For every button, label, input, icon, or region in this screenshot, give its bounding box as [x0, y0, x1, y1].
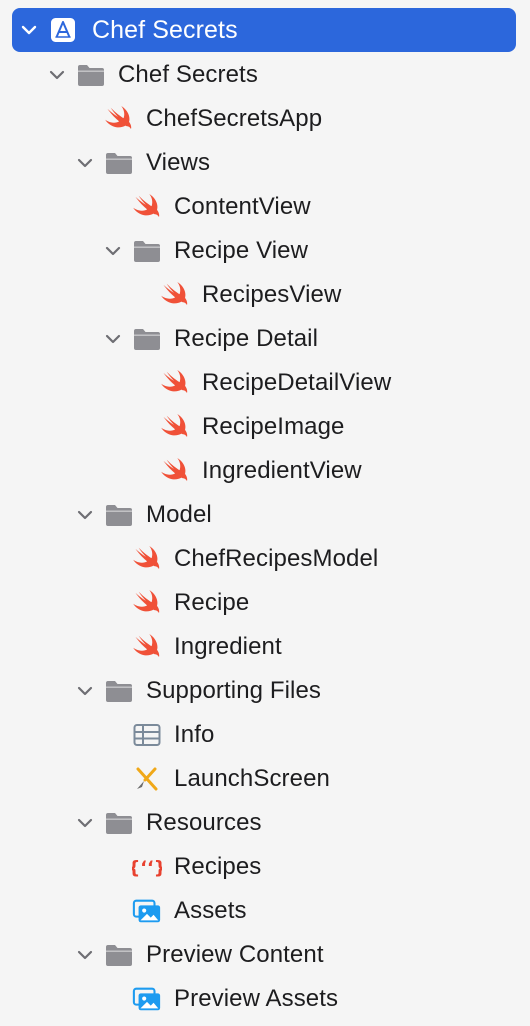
storyboard-icon — [132, 764, 162, 794]
file-row[interactable]: IngredientView — [0, 449, 530, 493]
chevron-down-icon[interactable] — [18, 19, 40, 41]
file-row[interactable]: RecipeImage — [0, 405, 530, 449]
group-row[interactable]: Supporting Files — [0, 669, 530, 713]
swift-icon — [132, 544, 162, 574]
row-label: Assets — [174, 897, 247, 924]
swift-icon — [132, 192, 162, 222]
group-row[interactable]: Recipe Detail — [0, 317, 530, 361]
swift-icon — [160, 412, 190, 442]
row-label: Resources — [146, 809, 262, 836]
project-label: Chef Secrets — [92, 16, 238, 44]
group-row[interactable]: Recipe View — [0, 229, 530, 273]
swift-icon — [160, 280, 190, 310]
file-row[interactable]: ChefSecretsApp — [0, 97, 530, 141]
plist-table-icon — [132, 720, 162, 750]
project-row[interactable]: Chef Secrets — [12, 8, 516, 52]
row-label: Views — [146, 149, 211, 176]
row-label: Supporting Files — [146, 677, 322, 704]
row-label: LaunchScreen — [174, 765, 330, 792]
group-row[interactable]: Model — [0, 493, 530, 537]
chevron-down-icon[interactable] — [46, 64, 68, 86]
group-row[interactable]: Chef Secrets — [0, 53, 530, 97]
group-row[interactable]: Preview Content — [0, 933, 530, 977]
row-label: Chef Secrets — [118, 61, 258, 88]
file-row[interactable]: Ingredient — [0, 625, 530, 669]
file-row[interactable]: {‘‘} Recipes — [0, 845, 530, 889]
file-row[interactable]: Recipe — [0, 581, 530, 625]
chevron-down-icon[interactable] — [74, 812, 96, 834]
row-label: ChefSecretsApp — [146, 105, 323, 132]
row-label: Preview Content — [146, 941, 324, 968]
folder-icon — [104, 940, 134, 970]
row-label: Recipe — [174, 589, 250, 616]
row-label: Model — [146, 501, 212, 528]
chevron-down-icon[interactable] — [74, 944, 96, 966]
group-row[interactable]: Views — [0, 141, 530, 185]
asset-catalog-icon — [132, 896, 162, 926]
folder-icon — [132, 324, 162, 354]
xcode-project-icon — [48, 15, 78, 45]
file-row[interactable]: ContentView — [0, 185, 530, 229]
row-label: Recipe Detail — [174, 325, 319, 352]
swift-icon — [132, 588, 162, 618]
svg-text:{‘‘}: {‘‘} — [132, 858, 162, 879]
group-row[interactable]: Resources — [0, 801, 530, 845]
file-row[interactable]: ChefRecipesModel — [0, 537, 530, 581]
file-row[interactable]: Assets — [0, 889, 530, 933]
asset-catalog-icon — [132, 984, 162, 1014]
chevron-down-icon[interactable] — [102, 240, 124, 262]
folder-icon — [76, 60, 106, 90]
swift-icon — [160, 368, 190, 398]
chevron-down-icon[interactable] — [102, 328, 124, 350]
project-navigator: Chef Secrets Chef Secrets ChefSecretsApp V… — [0, 0, 530, 1026]
row-label: Info — [174, 721, 215, 748]
chevron-down-icon[interactable] — [74, 152, 96, 174]
json-icon: {‘‘} — [132, 852, 162, 882]
file-row[interactable]: Preview Assets — [0, 977, 530, 1021]
folder-icon — [104, 500, 134, 530]
row-label: Recipes — [174, 853, 262, 880]
row-label: Preview Assets — [174, 985, 339, 1012]
swift-icon — [104, 104, 134, 134]
chevron-down-icon[interactable] — [74, 680, 96, 702]
row-label: Recipe View — [174, 237, 309, 264]
file-row[interactable]: LaunchScreen — [0, 757, 530, 801]
row-label: RecipeImage — [202, 413, 345, 440]
file-row[interactable]: RecipesView — [0, 273, 530, 317]
row-label: ChefRecipesModel — [174, 545, 379, 572]
row-label: Ingredient — [174, 633, 282, 660]
row-label: ContentView — [174, 193, 311, 220]
chevron-down-icon[interactable] — [74, 504, 96, 526]
file-row[interactable]: Info — [0, 713, 530, 757]
folder-icon — [104, 676, 134, 706]
row-label: IngredientView — [202, 457, 362, 484]
row-label: RecipeDetailView — [202, 369, 392, 396]
swift-icon — [160, 456, 190, 486]
folder-icon — [104, 808, 134, 838]
folder-icon — [104, 148, 134, 178]
row-label: RecipesView — [202, 281, 342, 308]
file-row[interactable]: RecipeDetailView — [0, 361, 530, 405]
swift-icon — [132, 632, 162, 662]
folder-icon — [132, 236, 162, 266]
